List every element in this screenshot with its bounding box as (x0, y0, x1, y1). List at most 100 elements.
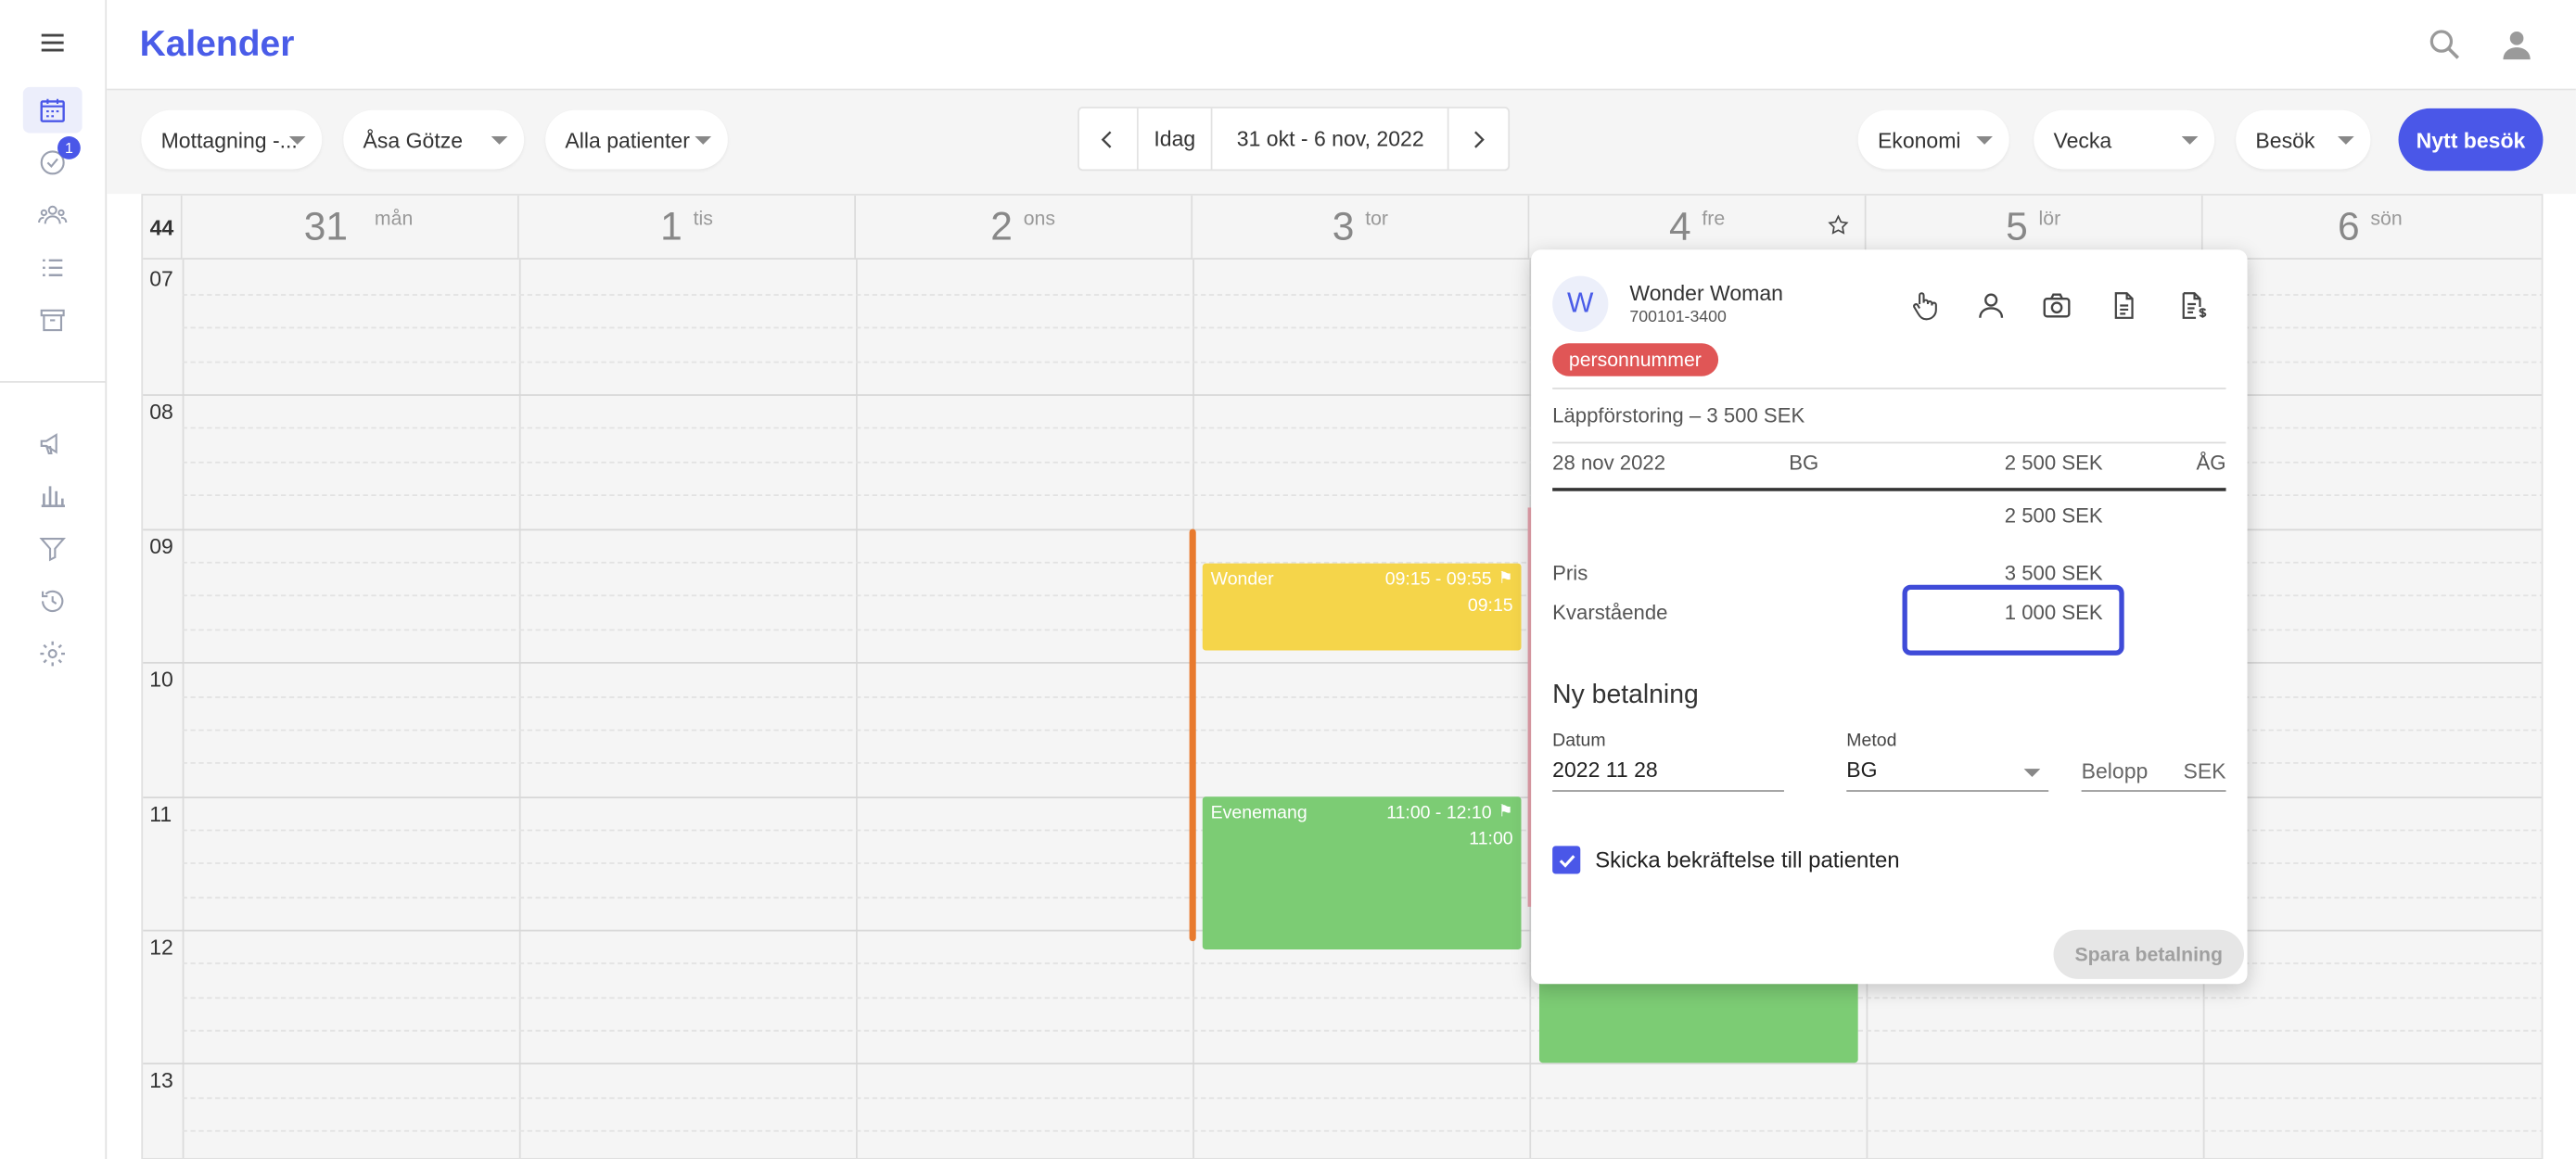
quarter-line (182, 1097, 2542, 1100)
day-number: 1 (660, 205, 682, 250)
date-field-label: Datum (1552, 731, 1606, 751)
hour-label: 09 (149, 533, 173, 559)
prev-week-button[interactable] (1079, 108, 1139, 170)
day-name: lör (2038, 207, 2061, 231)
hamburger-menu-icon[interactable] (36, 26, 69, 58)
flag-icon: ⚑ (1498, 803, 1513, 821)
search-icon[interactable] (2427, 26, 2463, 62)
chevron-down-icon (288, 136, 306, 145)
calendar-toolbar: Mottagning -... Åsa Götze Alla patienter… (107, 90, 2576, 195)
id-type-tag: personnummer (1552, 343, 1718, 376)
day-name: fre (1702, 207, 1726, 231)
currency-label: SEK (2183, 758, 2226, 784)
day-number: 5 (2006, 205, 2028, 250)
visit-payment-popup: W Wonder Woman 700101-3400 personnummer … (1531, 249, 2248, 985)
history-icon[interactable] (36, 585, 69, 618)
divider (1552, 388, 2226, 389)
day-header-monday[interactable]: 31 mån (182, 195, 519, 260)
day-name: ons (1023, 207, 1056, 231)
invoice-icon[interactable] (2176, 289, 2209, 322)
day-name: tis (693, 207, 713, 231)
day-number: 6 (2337, 205, 2360, 250)
person-icon[interactable] (1974, 289, 2007, 322)
flag-icon: ⚑ (1498, 569, 1513, 589)
day-header-sunday[interactable]: 6 sön (2202, 195, 2542, 260)
chevron-down-icon (2337, 136, 2354, 145)
save-payment-button[interactable]: Spara betalning (2053, 929, 2245, 979)
visit-type-select[interactable]: Besök (2236, 109, 2371, 170)
tasks-badge: 1 (57, 136, 81, 159)
remaining-label: Kvarstående (1552, 601, 1668, 625)
patient-id: 700101-3400 (1629, 309, 1727, 327)
price-label: Pris (1552, 561, 1588, 585)
account-icon[interactable] (2499, 26, 2535, 62)
chevron-down-icon (2181, 136, 2199, 145)
hour-label: 12 (149, 935, 173, 960)
document-icon[interactable] (2108, 289, 2140, 322)
next-week-button[interactable] (1449, 108, 1508, 170)
visit-type-select-value: Besök (2255, 127, 2315, 152)
economy-select[interactable]: Ekonomi (1857, 109, 2009, 170)
check-icon (1558, 854, 1575, 867)
day-number: 2 (990, 205, 1013, 250)
event-time: 09:15 - 09:55 (1384, 569, 1492, 591)
quarter-line (182, 1029, 2542, 1032)
view-select[interactable]: Vecka (2034, 109, 2215, 170)
calendar-icon[interactable] (36, 94, 69, 126)
divider-strong (1552, 488, 2226, 491)
date-navigator: Idag 31 okt - 6 nov, 2022 (1078, 107, 1511, 172)
sidebar: 1 (0, 0, 108, 1159)
app-header: Kalender (107, 0, 2576, 91)
date-range-label[interactable]: 31 okt - 6 nov, 2022 (1213, 108, 1450, 170)
view-select-value: Vecka (2053, 127, 2112, 152)
day-name: mån (374, 207, 414, 231)
practitioner-availability-bar (1189, 529, 1196, 942)
hour-label: 08 (149, 399, 173, 425)
reception-select[interactable]: Mottagning -... (141, 109, 323, 170)
day-number: 3 (1332, 205, 1355, 250)
patients-select-value: Alla patienter (565, 127, 690, 152)
people-icon[interactable] (36, 198, 69, 231)
date-field[interactable]: 2022 11 28 (1552, 758, 1658, 783)
day-header-tuesday[interactable]: 1 tis (518, 195, 857, 260)
patient-name[interactable]: Wonder Woman (1629, 281, 1783, 306)
list-icon[interactable] (36, 251, 69, 284)
star-icon[interactable] (1827, 213, 1850, 236)
calendar-event[interactable]: Wonder 09:15 - 09:55 ⚑ 09:15 (1202, 563, 1522, 651)
new-payment-title: Ny betalning (1552, 681, 1699, 710)
quarter-line (182, 1129, 2542, 1132)
practitioner-select-value: Åsa Götze (363, 127, 464, 152)
day-name: sön (2370, 207, 2403, 231)
practitioner-select[interactable]: Åsa Götze (343, 109, 525, 170)
paid-subtotal: 2 500 SEK (2004, 503, 2103, 528)
avatar: W (1552, 275, 1609, 332)
payment-signature: ÅG (2196, 452, 2226, 475)
price-value: 3 500 SEK (2004, 561, 2103, 585)
settings-icon[interactable] (36, 637, 69, 669)
day-header-thursday[interactable]: 3 tor (1192, 195, 1530, 260)
day-header-wednesday[interactable]: 2 ons (856, 195, 1193, 260)
chevron-down-icon (1976, 136, 1993, 145)
archive-icon[interactable] (36, 304, 69, 337)
payment-method: BG (1789, 452, 1819, 475)
hour-label: 07 (149, 265, 173, 291)
today-button[interactable]: Idag (1138, 108, 1214, 170)
amount-input[interactable]: Belopp (2082, 758, 2149, 783)
event-time: 11:00 - 12:10 (1386, 803, 1492, 823)
filter-icon[interactable] (36, 532, 69, 565)
method-select[interactable]: BG (1846, 758, 1877, 783)
patients-select[interactable]: Alla patienter (545, 109, 728, 170)
event-start: 09:15 (1467, 596, 1513, 617)
hand-pointer-icon[interactable] (1907, 289, 1940, 322)
camera-icon[interactable] (2040, 289, 2072, 322)
remaining-highlight (1902, 584, 2124, 656)
economy-select-value: Ekonomi (1877, 127, 1961, 152)
send-confirmation-label[interactable]: Skicka bekräftelse till patienten (1595, 847, 1899, 872)
new-visit-button[interactable]: Nytt besök (2398, 108, 2544, 172)
calendar-event[interactable]: Evenemang 11:00 - 12:10 ⚑ 11:00 (1202, 796, 1522, 949)
hour-label: 13 (149, 1067, 173, 1093)
bar-chart-icon[interactable] (36, 479, 69, 512)
megaphone-icon[interactable] (36, 427, 69, 460)
day-number: 31 (303, 205, 349, 250)
send-confirmation-checkbox[interactable] (1552, 846, 1581, 874)
